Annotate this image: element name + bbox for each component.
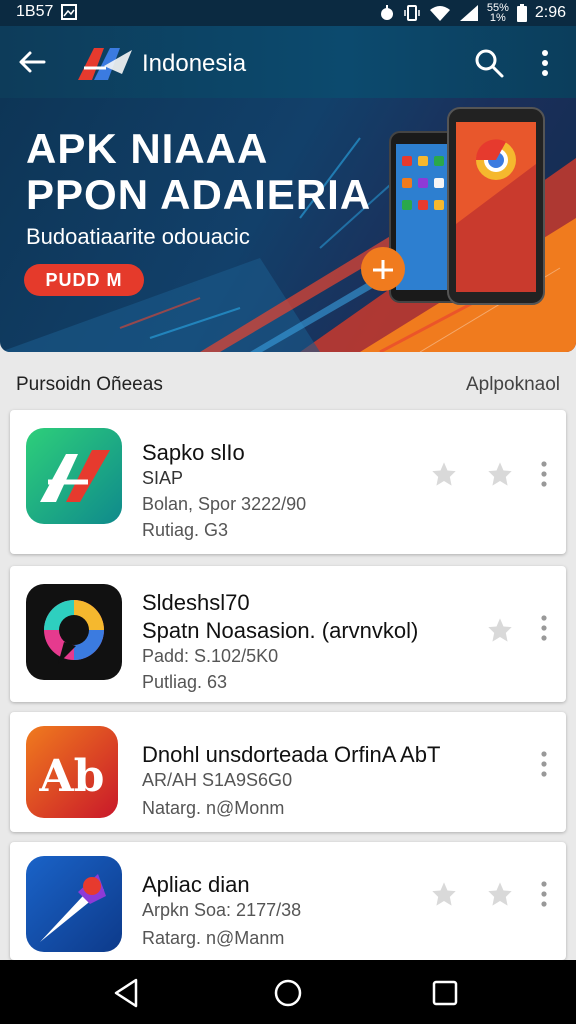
app-icon-sldesh [26, 584, 122, 680]
banner-cta-button[interactable]: PUDD M [24, 264, 144, 296]
svg-text:Ab: Ab [38, 751, 104, 802]
smartphone-illustration [389, 107, 545, 305]
app-logo-icon [78, 48, 132, 80]
star-icon[interactable] [430, 880, 458, 908]
app-info: Bolan, Spor 3222/90 [142, 494, 307, 514]
app-list-item[interactable]: Sldeshsl70 Spatn Noasasion. (arvnvkol) P… [10, 566, 566, 702]
wifi-icon [429, 6, 450, 21]
search-icon[interactable] [472, 46, 506, 80]
nav-home-icon[interactable] [271, 976, 305, 1010]
app-icon-dnohl: Ab [26, 726, 118, 818]
app-title: Apliac dian [142, 872, 250, 897]
app-title: Sapko slIo [142, 440, 245, 465]
section-link[interactable]: Aplpoknaol [466, 374, 560, 396]
clock-time: 2:96 [534, 4, 566, 21]
app-title: Sldeshsl70 [142, 590, 250, 615]
app-developer: SIAP [142, 468, 184, 488]
app-rating: Putliag. 63 [142, 672, 228, 692]
status-bar: 1B57 55% 1% 2:96 [0, 0, 576, 26]
app-list-item[interactable]: Sapko slIo SIAP Bolan, Spor 3222/90 Ruti… [10, 410, 566, 554]
app-subtitle: Spatn Noasasion. (arvnvkol) [142, 618, 419, 643]
banner-headline-line2: PPON ADAIERIA [26, 171, 372, 218]
item-more-icon[interactable] [538, 614, 550, 642]
app-rating: Ratarg. n@Manm [142, 928, 285, 948]
app-list-item[interactable]: Ab Dnohl unsdorteada OrfinA AbT AR/AH S1… [10, 712, 566, 832]
app-bar-title: Indonesia [142, 50, 247, 77]
banner-headline: APK NIAAA PPON ADAIERIA [26, 126, 371, 218]
image-notification-icon [61, 4, 78, 20]
battery-text-bottom: 1% [489, 12, 506, 24]
item-more-icon[interactable] [538, 750, 550, 778]
app-info: AR/AH S1A9S6G0 [142, 770, 293, 790]
section-title: Pursoidn Oñeeas [16, 374, 163, 395]
status-left-text: 1B57 [16, 3, 54, 20]
back-arrow-icon[interactable] [14, 44, 50, 80]
promo-banner[interactable]: APK NIAAA PPON ADAIERIA Budoatiaarite od… [0, 98, 576, 352]
nav-recents-icon[interactable] [428, 976, 462, 1010]
system-nav-bar [0, 960, 576, 1024]
app-info: Arpkn Soa: 2177/38 [142, 900, 302, 920]
app-icon-apliac [26, 856, 122, 952]
app-rating: Rutiag. G3 [142, 520, 229, 540]
app-info: Padd: S.102/5K0 [142, 646, 279, 666]
more-vert-icon[interactable] [534, 46, 556, 80]
app-rating: Natarg. n@Monm [142, 798, 285, 818]
star-icon[interactable] [486, 880, 514, 908]
banner-subtitle: Budoatiaarite odouacic [26, 224, 250, 249]
alarm-icon [380, 5, 393, 20]
star-icon[interactable] [486, 460, 514, 488]
star-icon[interactable] [430, 460, 458, 488]
nav-back-icon[interactable] [110, 976, 144, 1010]
item-more-icon[interactable] [538, 880, 550, 908]
item-more-icon[interactable] [538, 460, 550, 488]
app-icon-sapko [26, 428, 122, 524]
vibrate-icon [404, 5, 420, 21]
star-icon[interactable] [486, 616, 514, 644]
download-badge-icon [361, 247, 405, 291]
app-title: Dnohl unsdorteada OrfinA AbT [142, 742, 441, 767]
signal-icon [459, 5, 478, 21]
app-bar: Indonesia [0, 26, 576, 98]
banner-headline-line1: APK NIAAA [26, 125, 269, 172]
battery-icon [516, 4, 527, 22]
app-list-item[interactable]: Apliac dian Arpkn Soa: 2177/38 Ratarg. n… [10, 842, 566, 960]
